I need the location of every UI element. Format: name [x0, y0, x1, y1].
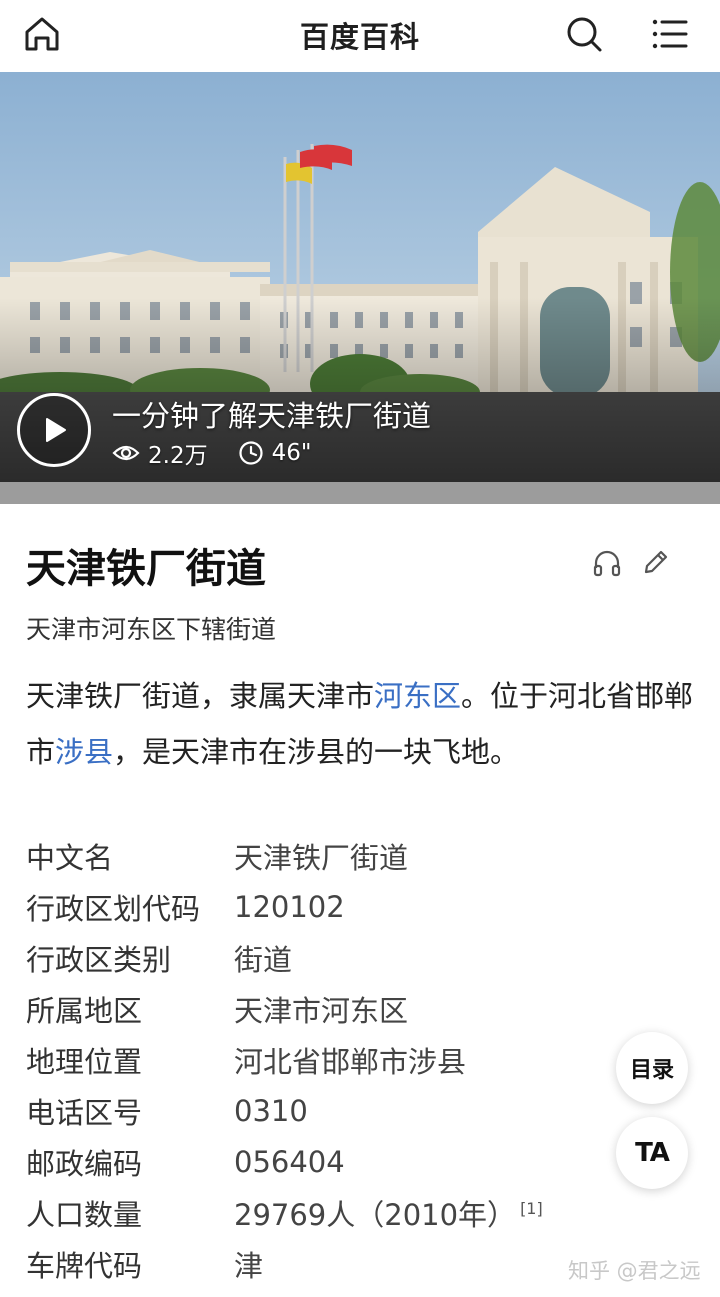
search-icon [567, 17, 602, 52]
reference-link[interactable]: [1] [520, 1199, 543, 1218]
menu-button[interactable] [646, 10, 694, 58]
video-title: 一分钟了解天津铁厂街道 [112, 399, 432, 433]
summary-text-1: 天津铁厂街道，隶属天津市 [26, 679, 375, 713]
view-count-text: 2.2万 [148, 443, 208, 469]
video-duration: 46" [238, 440, 312, 466]
info-value: 河北省邯郸市涉县 [234, 1044, 467, 1079]
duration-text: 46" [271, 440, 312, 466]
app-title: 百度百科 [299, 20, 420, 54]
info-key: 所属地区 [26, 993, 143, 1028]
page-subtitle: 天津市河东区下辖街道 [26, 615, 277, 644]
menu-icon [652, 19, 688, 49]
view-count: 2.2万 [112, 436, 208, 470]
summary-text-3: ，是天津市在涉县的一块飞地。 [113, 735, 520, 769]
watermark: 知乎 @君之远 [568, 1259, 701, 1283]
info-row: 中文名 天津铁厂街道 [26, 830, 706, 881]
eye-icon [112, 445, 140, 461]
ta-button[interactable]: TA [616, 1117, 688, 1189]
info-value: 056404 [234, 1144, 345, 1179]
info-key: 中文名 [26, 840, 114, 875]
pencil-icon [644, 550, 668, 574]
info-row: 所属地区 天津市河东区 [26, 983, 706, 1034]
hero-bottom-strip [0, 482, 720, 504]
info-value: 0310 [234, 1093, 308, 1128]
info-row: 地理位置 河北省邯郸市涉县 [26, 1034, 706, 1085]
info-key: 行政区划代码 [26, 891, 201, 926]
edit-button[interactable] [642, 548, 670, 580]
info-value: 津 [234, 1248, 264, 1283]
clock-icon [238, 441, 263, 465]
info-row: 行政区类别 街道 [26, 932, 706, 983]
info-key: 车牌代码 [26, 1248, 143, 1283]
summary-paragraph: 天津铁厂街道，隶属天津市河东区。位于河北省邯郸市涉县，是天津市在涉县的一块飞地。 [26, 668, 696, 780]
info-row: 人口数量 29769人（2010年） [1] [26, 1187, 706, 1238]
info-row: 行政区划代码 120102 [26, 881, 706, 932]
info-row: 电话区号 0310 [26, 1085, 706, 1136]
listen-button[interactable] [592, 548, 622, 582]
info-box: 中文名 天津铁厂街道 行政区划代码 120102 行政区类别 街道 所属地区 天… [26, 830, 706, 1289]
info-value: 街道 [234, 942, 293, 977]
play-icon [46, 418, 66, 442]
video-meta: 2.2万 46" [112, 436, 341, 470]
top-bar: 百度百科 [0, 0, 720, 72]
link-shexian[interactable]: 涉县 [55, 735, 113, 769]
headphones-icon [593, 550, 621, 577]
info-key: 电话区号 [26, 1095, 143, 1130]
population-value: 29769人（2010年） [234, 1197, 517, 1232]
info-key: 邮政编码 [26, 1146, 143, 1181]
info-row: 邮政编码 056404 [26, 1136, 706, 1187]
play-button[interactable] [17, 393, 91, 467]
search-button[interactable] [560, 10, 608, 58]
toc-button[interactable]: 目录 [616, 1032, 688, 1104]
link-hedong[interactable]: 河东区 [374, 679, 461, 713]
page-title: 天津铁厂街道 [26, 546, 266, 592]
info-value: 天津市河东区 [234, 993, 409, 1028]
info-value: 120102 [234, 889, 345, 924]
info-value: 天津铁厂街道 [234, 840, 409, 875]
info-key: 地理位置 [26, 1044, 143, 1079]
info-key: 人口数量 [26, 1197, 143, 1232]
info-key: 行政区类别 [26, 942, 172, 977]
info-value: 29769人（2010年） [1] [234, 1192, 543, 1234]
